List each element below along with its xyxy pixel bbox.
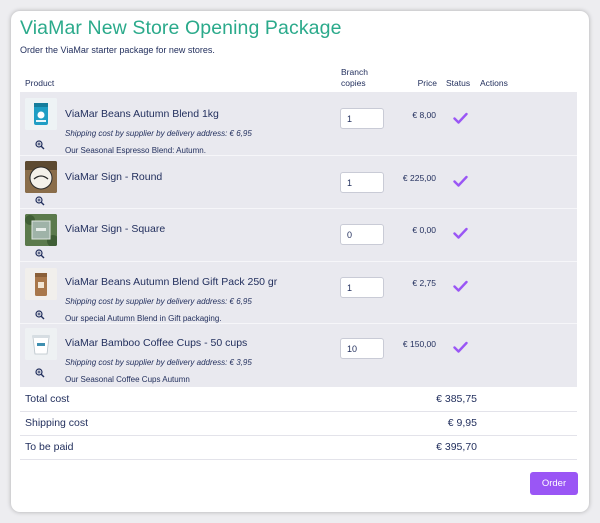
header-actions: Actions: [480, 78, 508, 88]
product-price: € 150,00: [402, 339, 436, 349]
coffee-cups-image: [25, 328, 57, 360]
product-description: Our special Autumn Blend in Gift packagi…: [65, 314, 222, 323]
product-shipping-note: Shipping cost by supplier by delivery ad…: [65, 358, 252, 367]
product-shipping-note: Shipping cost by supplier by delivery ad…: [65, 297, 252, 306]
quantity-input[interactable]: [340, 224, 384, 245]
gift-pack-image: [25, 268, 57, 300]
product-price: € 2,75: [412, 278, 436, 288]
square-sign-image: [25, 214, 57, 246]
coffee-bag-image: [25, 98, 57, 130]
product-table-body: ViaMar Beans Autumn Blend 1kg Shipping c…: [20, 92, 577, 387]
table-row: ViaMar Beans Autumn Blend 1kg Shipping c…: [20, 92, 577, 155]
order-card: ViaMar New Store Opening Package Order t…: [11, 11, 589, 512]
product-name: ViaMar Bamboo Coffee Cups - 50 cups: [65, 337, 248, 349]
total-cost-row: Total cost € 385,75: [20, 388, 577, 412]
header-branch-copies: Branch copies: [341, 67, 368, 89]
table-row: ViaMar Beans Autumn Blend Gift Pack 250 …: [20, 261, 577, 323]
page-title: ViaMar New Store Opening Package: [20, 17, 342, 39]
product-price: € 0,00: [412, 225, 436, 235]
order-button[interactable]: Order: [530, 472, 578, 495]
product-price: € 225,00: [402, 173, 436, 183]
product-price: € 8,00: [412, 110, 436, 120]
header-branch-line1: Branch: [341, 67, 368, 77]
zoom-icon[interactable]: [35, 196, 45, 206]
check-icon: [453, 280, 468, 292]
table-row: ViaMar Sign - Square € 0,00: [20, 208, 577, 261]
check-icon: [453, 112, 468, 124]
shipping-cost-label: Shipping cost: [25, 417, 89, 429]
shipping-cost-value: € 9,95: [447, 417, 477, 429]
to-be-paid-value: € 395,70: [436, 441, 477, 453]
product-name: ViaMar Beans Autumn Blend 1kg: [65, 108, 219, 120]
to-be-paid-label: To be paid: [25, 441, 74, 453]
zoom-icon[interactable]: [35, 310, 45, 320]
table-row: ViaMar Bamboo Coffee Cups - 50 cups Ship…: [20, 323, 577, 387]
header-branch-line2: copies: [341, 78, 366, 88]
product-description: Our Seasonal Espresso Blend: Autumn.: [65, 146, 206, 155]
zoom-icon[interactable]: [35, 368, 45, 378]
header-price: Price: [417, 78, 437, 88]
quantity-input[interactable]: [340, 338, 384, 359]
product-description: Our Seasonal Coffee Cups Autumn: [65, 375, 190, 384]
product-name: ViaMar Sign - Round: [65, 171, 163, 183]
total-cost-value: € 385,75: [436, 393, 477, 405]
to-be-paid-row: To be paid € 395,70: [20, 436, 577, 460]
check-icon: [453, 341, 468, 353]
header-product: Product: [25, 78, 55, 88]
quantity-input[interactable]: [340, 277, 384, 298]
product-name: ViaMar Sign - Square: [65, 223, 166, 235]
shipping-cost-row: Shipping cost € 9,95: [20, 412, 577, 436]
total-cost-label: Total cost: [25, 393, 70, 405]
quantity-input[interactable]: [340, 108, 384, 129]
header-status: Status: [446, 78, 471, 88]
check-icon: [453, 175, 468, 187]
product-name: ViaMar Beans Autumn Blend Gift Pack 250 …: [65, 276, 278, 288]
table-row: ViaMar Sign - Round € 225,00: [20, 155, 577, 208]
quantity-input[interactable]: [340, 172, 384, 193]
round-sign-image: [25, 161, 57, 193]
zoom-icon[interactable]: [35, 249, 45, 259]
zoom-icon[interactable]: [35, 140, 45, 150]
page-subtitle: Order the ViaMar starter package for new…: [20, 45, 215, 55]
check-icon: [453, 227, 468, 239]
product-shipping-note: Shipping cost by supplier by delivery ad…: [65, 129, 252, 138]
